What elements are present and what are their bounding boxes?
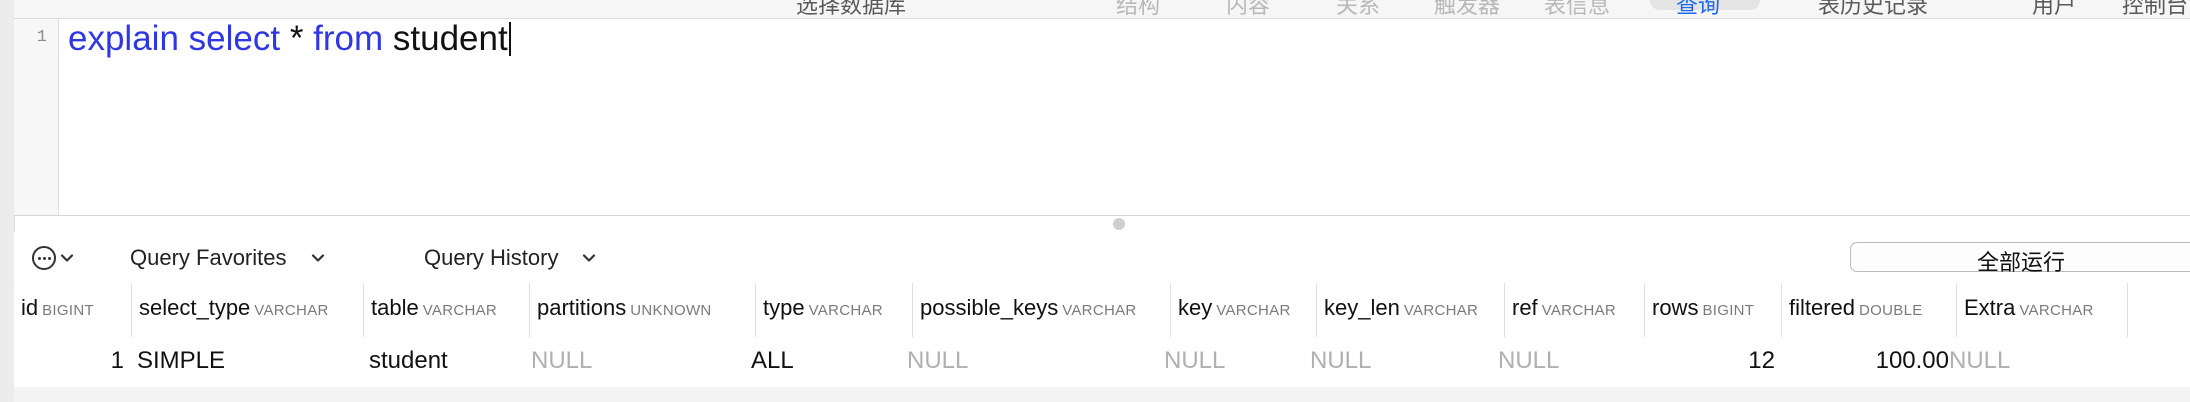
column-header-key[interactable]: key VARCHAR (1171, 283, 1317, 337)
cell-extra[interactable]: NULL (1949, 347, 2010, 375)
run-all-button[interactable]: 全部运行 (1850, 242, 2190, 275)
cell-key-len[interactable]: NULL (1310, 347, 1371, 375)
query-history-dropdown[interactable]: Query History (424, 242, 596, 274)
query-favorites-dropdown[interactable]: Query Favorites (130, 242, 325, 274)
split-resize-handle[interactable] (1113, 218, 1125, 230)
cell-table[interactable]: student (369, 347, 448, 375)
column-header-id[interactable]: id BIGINT (14, 283, 132, 337)
toolbar-triggers[interactable]: 触发器 (1434, 0, 1500, 18)
column-header-select-type[interactable]: select_type VARCHAR (132, 283, 364, 337)
ellipsis-circle-icon (32, 246, 56, 270)
more-actions-button[interactable] (32, 243, 88, 273)
chevron-down-icon (311, 254, 324, 262)
query-favorites-label: Query Favorites (130, 245, 287, 270)
cell-rows[interactable]: 12 (1645, 347, 1775, 375)
sql-keyword-explain: explain (68, 19, 179, 58)
sql-table-name: student (383, 19, 508, 58)
window-left-edge (0, 0, 15, 402)
query-bar: Query Favorites Query History 全部运行 (14, 232, 2190, 282)
code-line[interactable]: explain select * from student (68, 19, 511, 59)
cell-partitions[interactable]: NULL (531, 347, 592, 375)
sql-keyword-select: select (188, 19, 281, 58)
toolbar-structure[interactable]: 结构 (1116, 0, 1160, 18)
column-header-possible-keys[interactable]: possible_keys VARCHAR (913, 283, 1171, 337)
column-header-ref[interactable]: ref VARCHAR (1505, 283, 1645, 337)
cell-possible-keys[interactable]: NULL (907, 347, 968, 375)
column-header-extra[interactable]: Extra VARCHAR (1957, 283, 2128, 337)
toolbar-content[interactable]: 内容 (1226, 0, 1270, 18)
cell-select-type[interactable]: SIMPLE (137, 347, 225, 375)
run-all-label: 全部运行 (1976, 250, 2065, 275)
column-header-filtered[interactable]: filtered DOUBLE (1782, 283, 1957, 337)
cell-type[interactable]: ALL (751, 347, 794, 375)
column-header-type[interactable]: type VARCHAR (756, 283, 913, 337)
toolbar-relations[interactable]: 关系 (1336, 0, 1380, 18)
toolbar-select-database[interactable]: 选择数据库 (796, 0, 906, 18)
chevron-down-icon (583, 254, 596, 262)
cell-ref[interactable]: NULL (1498, 347, 1559, 375)
toolbar-table-history[interactable]: 表历史记录 (1818, 0, 1928, 18)
column-header-rows[interactable]: rows BIGINT (1645, 283, 1782, 337)
toolbar-table-info[interactable]: 表信息 (1544, 0, 1610, 18)
top-toolbar: 选择数据库 结构 内容 关系 触发器 表信息 查询 表历史记录 用户 控制台 (14, 0, 2190, 19)
cell-id[interactable]: 1 (14, 347, 124, 375)
table-row[interactable]: 1 SIMPLE student NULL ALL NULL NULL NULL… (14, 337, 2190, 387)
column-header-partitions[interactable]: partitions UNKNOWN (530, 283, 756, 337)
empty-row-area (14, 387, 2190, 402)
sql-keyword-from: from (313, 19, 384, 58)
cell-filtered[interactable]: 100.00 (1782, 347, 1949, 375)
toolbar-query[interactable]: 查询 (1676, 0, 1720, 18)
sql-star: * (280, 19, 314, 58)
chevron-down-icon (60, 254, 74, 262)
cell-key[interactable]: NULL (1164, 347, 1225, 375)
toolbar-users[interactable]: 用户 (2032, 0, 2076, 18)
line-number: 1 (36, 28, 47, 47)
sql-editor[interactable]: 1 explain select * from student (14, 19, 2190, 216)
text-caret (508, 22, 511, 56)
line-number-gutter: 1 (14, 19, 59, 215)
results-grid: id BIGINT select_type VARCHAR table VARCHAR… (14, 283, 2190, 402)
results-header: id BIGINT select_type VARCHAR table VARCHAR… (14, 283, 2190, 338)
sql-space (179, 19, 189, 58)
column-header-key-len[interactable]: key_len VARCHAR (1317, 283, 1505, 337)
query-history-label: Query History (424, 245, 559, 270)
toolbar-console[interactable]: 控制台 (2122, 0, 2188, 18)
column-header-table[interactable]: table VARCHAR (364, 283, 530, 337)
